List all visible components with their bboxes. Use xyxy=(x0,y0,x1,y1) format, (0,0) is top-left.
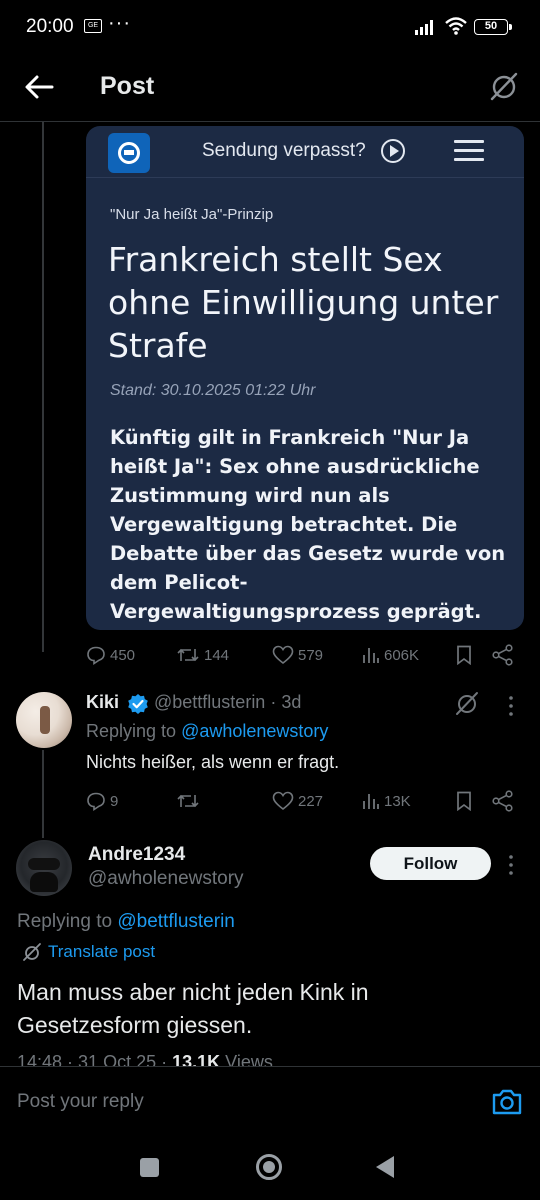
reply-icon xyxy=(87,792,105,811)
like-count: 579 xyxy=(298,646,324,664)
play-icon xyxy=(381,139,405,163)
home-icon[interactable] xyxy=(256,1154,282,1180)
repost-button[interactable]: 144 xyxy=(176,640,229,670)
replying-to: Replying to @awholenewstory xyxy=(86,721,328,742)
follow-button[interactable]: Follow xyxy=(370,847,491,880)
top-app-bar: Post xyxy=(0,56,540,122)
sim-icon: GE xyxy=(84,19,102,33)
like-button[interactable]: 227 xyxy=(272,786,323,816)
post-author-handle[interactable]: @awholenewstory xyxy=(88,868,244,890)
reply-composer: Post your reply xyxy=(0,1066,540,1136)
avatar[interactable] xyxy=(16,692,72,748)
article-headline: Frankreich stellt Sex ohne Einwilligung … xyxy=(108,240,499,365)
tagesschau-logo-icon xyxy=(108,133,150,173)
views-count: 13K xyxy=(384,792,411,810)
menu-icon xyxy=(454,140,484,162)
post-author-name[interactable]: Andre1234 xyxy=(88,844,185,866)
views-button[interactable]: 13K xyxy=(362,786,411,816)
bookmark-icon[interactable] xyxy=(456,791,472,811)
like-button[interactable]: 579 xyxy=(272,640,323,670)
like-count: 227 xyxy=(298,792,324,810)
article-topbar: Sendung verpasst? xyxy=(86,126,524,178)
back-triangle-icon[interactable] xyxy=(376,1156,394,1178)
article-kicker: "Nur Ja heißt Ja"-Prinzip xyxy=(110,206,274,223)
replying-to: Replying to @bettflusterin xyxy=(17,911,235,933)
reply-count: 450 xyxy=(110,646,136,664)
battery-icon: 50 xyxy=(474,19,512,35)
grok-icon[interactable] xyxy=(454,690,480,716)
views-icon xyxy=(363,794,379,809)
avatar[interactable] xyxy=(16,840,72,896)
system-navigation-bar xyxy=(0,1136,540,1200)
verified-badge-icon xyxy=(128,694,148,714)
heart-icon xyxy=(272,645,294,665)
translate-post-label: Translate post xyxy=(48,942,156,961)
reply-button[interactable]: 450 xyxy=(86,640,135,670)
signal-icon xyxy=(415,20,433,35)
original-post-actions: 450 144 579 606K xyxy=(86,640,526,670)
translate-post-link[interactable]: Translate post xyxy=(22,942,155,962)
wifi-icon xyxy=(445,17,467,35)
repost-button[interactable] xyxy=(176,786,204,816)
page-title: Post xyxy=(100,72,155,100)
grok-icon xyxy=(23,943,41,961)
views-icon xyxy=(363,648,379,663)
grok-icon[interactable] xyxy=(488,70,520,102)
article-image-card[interactable]: Sendung verpasst? "Nur Ja heißt Ja"-Prin… xyxy=(86,126,524,630)
reply-input[interactable]: Post your reply xyxy=(17,1091,144,1113)
reply-count: 9 xyxy=(110,792,119,810)
share-icon[interactable] xyxy=(492,644,514,666)
more-options-icon[interactable] xyxy=(506,853,516,877)
reply-author-name[interactable]: Kiki xyxy=(86,692,119,713)
replying-to-link[interactable]: @awholenewstory xyxy=(181,721,328,741)
more-options-icon[interactable] xyxy=(506,694,516,718)
notification-dots-icon: ··· xyxy=(108,12,131,34)
reply-text: Nichts heißer, als wenn er fragt. xyxy=(86,752,340,772)
thread-connector-line xyxy=(42,750,44,838)
reply-author-handle[interactable]: @bettflusterin · 3d xyxy=(154,692,301,713)
back-arrow-icon[interactable] xyxy=(22,70,56,104)
thread-connector-line xyxy=(42,122,44,652)
repost-count: 144 xyxy=(204,646,230,664)
views-count: 606K xyxy=(384,646,420,664)
reply-icon xyxy=(87,646,105,665)
reply-actions: 9 227 13K xyxy=(86,786,526,816)
post-text: Man muss aber nicht jeden Kink in Gesetz… xyxy=(17,979,369,1038)
views-button[interactable]: 606K xyxy=(362,640,419,670)
repost-icon xyxy=(177,794,199,808)
replying-to-link[interactable]: @bettflusterin xyxy=(117,911,235,932)
article-timestamp: Stand: 30.10.2025 01:22 Uhr xyxy=(110,382,316,399)
heart-icon xyxy=(272,791,294,811)
replying-to-prefix: Replying to xyxy=(86,721,182,741)
status-bar: 20:00 GE ··· 50 xyxy=(0,0,540,56)
article-nav-label: Sendung verpasst? xyxy=(202,140,366,161)
replying-to-prefix: Replying to xyxy=(17,911,118,932)
status-time: 20:00 xyxy=(26,16,74,37)
reply-button[interactable]: 9 xyxy=(86,786,118,816)
camera-icon[interactable] xyxy=(490,1087,524,1117)
share-icon[interactable] xyxy=(492,790,514,812)
article-teaser: Künftig gilt in Frankreich "Nur Ja heißt… xyxy=(110,426,506,623)
bookmark-icon[interactable] xyxy=(456,645,472,665)
recent-apps-icon[interactable] xyxy=(140,1158,159,1177)
repost-icon xyxy=(177,648,199,662)
